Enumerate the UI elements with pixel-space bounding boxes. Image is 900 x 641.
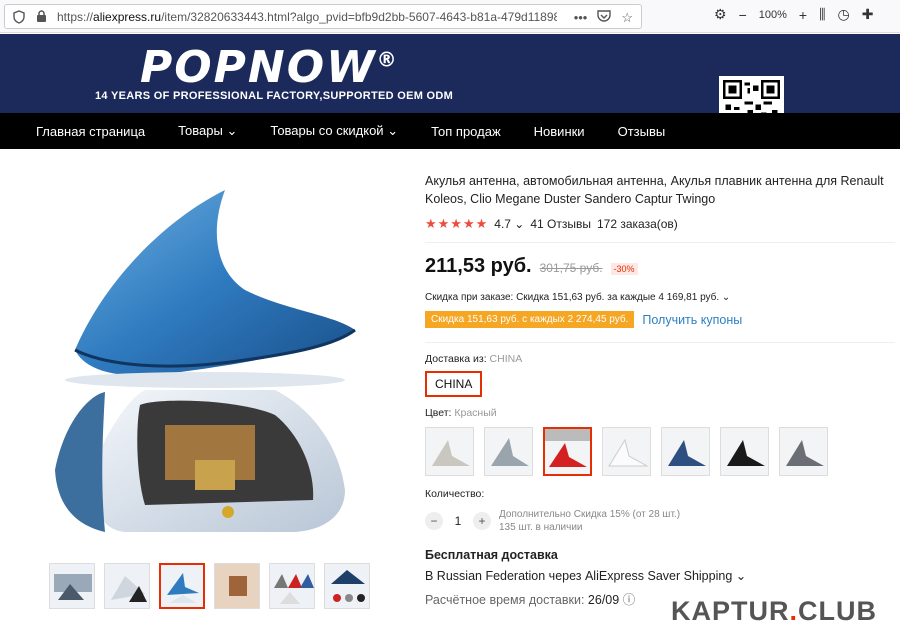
color-swatches	[425, 427, 895, 476]
thumbnail[interactable]	[104, 563, 150, 609]
bookmark-star-icon[interactable]: ☆	[621, 10, 633, 26]
color-swatch[interactable]	[602, 427, 651, 476]
get-coupons-link[interactable]: Получить купоны	[642, 313, 742, 327]
chevron-down-icon: ⌄	[721, 292, 731, 303]
ship-from-label: Доставка из: CHINA	[425, 353, 523, 365]
reviews-link[interactable]: 41 Отзывы	[530, 217, 591, 231]
nav-new[interactable]: Новинки	[534, 124, 585, 139]
chevron-down-icon: ⌄	[387, 123, 399, 138]
rating-row: ★★★★★ 4.7 ⌄ 41 Отзывы 172 заказа(ов)	[425, 216, 895, 232]
ship-from-option[interactable]: CHINA	[425, 371, 483, 397]
url-text: https://aliexpress.ru/item/32820633443.h…	[57, 9, 557, 24]
zoom-level[interactable]: 100%	[759, 9, 787, 21]
old-price: 301,75 руб.	[539, 261, 603, 275]
discount-badge: -30%	[610, 263, 638, 275]
increment-button[interactable]: +	[473, 512, 491, 530]
watermark: KAPTUR.CLUB	[671, 596, 878, 626]
product-info: Акулья антенна, автомобильная антенна, А…	[425, 172, 895, 608]
store-nav: Главная страница Товары ⌄ Товары со скид…	[0, 113, 900, 149]
product-main-image[interactable]	[45, 160, 375, 550]
library-icon[interactable]: ⫼	[819, 6, 825, 23]
color-swatch[interactable]	[661, 427, 710, 476]
color-swatch-selected[interactable]	[543, 427, 592, 476]
current-price: 211,53 руб.	[425, 255, 532, 277]
quantity-value[interactable]: 1	[443, 514, 473, 528]
shipping-method[interactable]: В Russian Federation через AliExpress Sa…	[425, 568, 895, 583]
color-swatch[interactable]	[425, 427, 474, 476]
color-label: Цвет: Красный	[425, 407, 497, 419]
gear-icon[interactable]: ⚙	[714, 6, 727, 23]
free-shipping: Бесплатная доставка	[425, 548, 558, 562]
thumbnail[interactable]	[49, 563, 95, 609]
history-icon[interactable]: ◷	[838, 6, 850, 23]
color-swatch[interactable]	[484, 427, 533, 476]
thumbnail-active[interactable]	[159, 563, 205, 609]
store-logo[interactable]: POPNOW®	[140, 42, 399, 93]
nav-sale[interactable]: Товары со скидкой ⌄	[270, 123, 398, 139]
chevron-down-icon: ⌄	[226, 123, 238, 138]
help-icon[interactable]: ⓘ	[623, 593, 636, 607]
zoom-out-icon[interactable]: −	[739, 7, 747, 23]
divider	[425, 242, 895, 243]
coupon-row: Скидка 151,63 руб. с каждых 2 274,45 руб…	[425, 311, 895, 328]
nav-reviews[interactable]: Отзывы	[618, 124, 666, 139]
nav-products[interactable]: Товары ⌄	[178, 123, 237, 139]
thumbnail-strip	[49, 563, 370, 609]
decrement-button[interactable]: −	[425, 512, 443, 530]
star-rating-icon: ★★★★★	[425, 216, 489, 231]
orders-count: 172 заказа(ов)	[597, 217, 678, 231]
store-tagline: 14 YEARS OF PROFESSIONAL FACTORY,SUPPORT…	[95, 90, 454, 102]
address-bar[interactable]: https://aliexpress.ru/item/32820633443.h…	[4, 4, 642, 29]
price-row: 211,53 руб. 301,75 руб. -30%	[425, 255, 895, 278]
more-icon[interactable]: •••	[574, 10, 588, 26]
quantity-label: Количество:	[425, 488, 485, 500]
quantity-note: Дополнительно Скидка 15% (от 28 шт.) 135 …	[499, 509, 681, 533]
shield-icon	[11, 9, 27, 25]
thumbnail[interactable]	[269, 563, 315, 609]
lock-icon[interactable]	[33, 9, 49, 25]
coupon-badge: Скидка 151,63 руб. с каждых 2 274,45 руб…	[425, 311, 635, 328]
thumbnail[interactable]	[214, 563, 260, 609]
quantity-stepper: − 1 + Дополнительно Скидка 15% (от 28 шт…	[425, 508, 895, 534]
store-banner: POPNOW® 14 YEARS OF PROFESSIONAL FACTORY…	[0, 34, 900, 141]
zoom-in-icon[interactable]: +	[799, 7, 807, 23]
color-swatch[interactable]	[720, 427, 769, 476]
color-swatch[interactable]	[779, 427, 828, 476]
product-title: Акулья антенна, автомобильная антенна, А…	[425, 174, 884, 206]
pocket-icon[interactable]	[597, 10, 612, 26]
divider	[425, 342, 895, 343]
chevron-down-icon: ⌄	[735, 569, 747, 583]
order-discount[interactable]: Скидка при заказе: Скидка 151,63 руб. за…	[425, 292, 895, 303]
nav-home[interactable]: Главная страница	[36, 124, 145, 139]
rating-value[interactable]: 4.7 ⌄	[494, 217, 524, 231]
browser-toolbar: https://aliexpress.ru/item/32820633443.h…	[0, 0, 900, 33]
nav-bestsellers[interactable]: Топ продаж	[431, 124, 501, 139]
thumbnail[interactable]	[324, 563, 370, 609]
extensions-icon[interactable]: ✚	[862, 6, 874, 23]
